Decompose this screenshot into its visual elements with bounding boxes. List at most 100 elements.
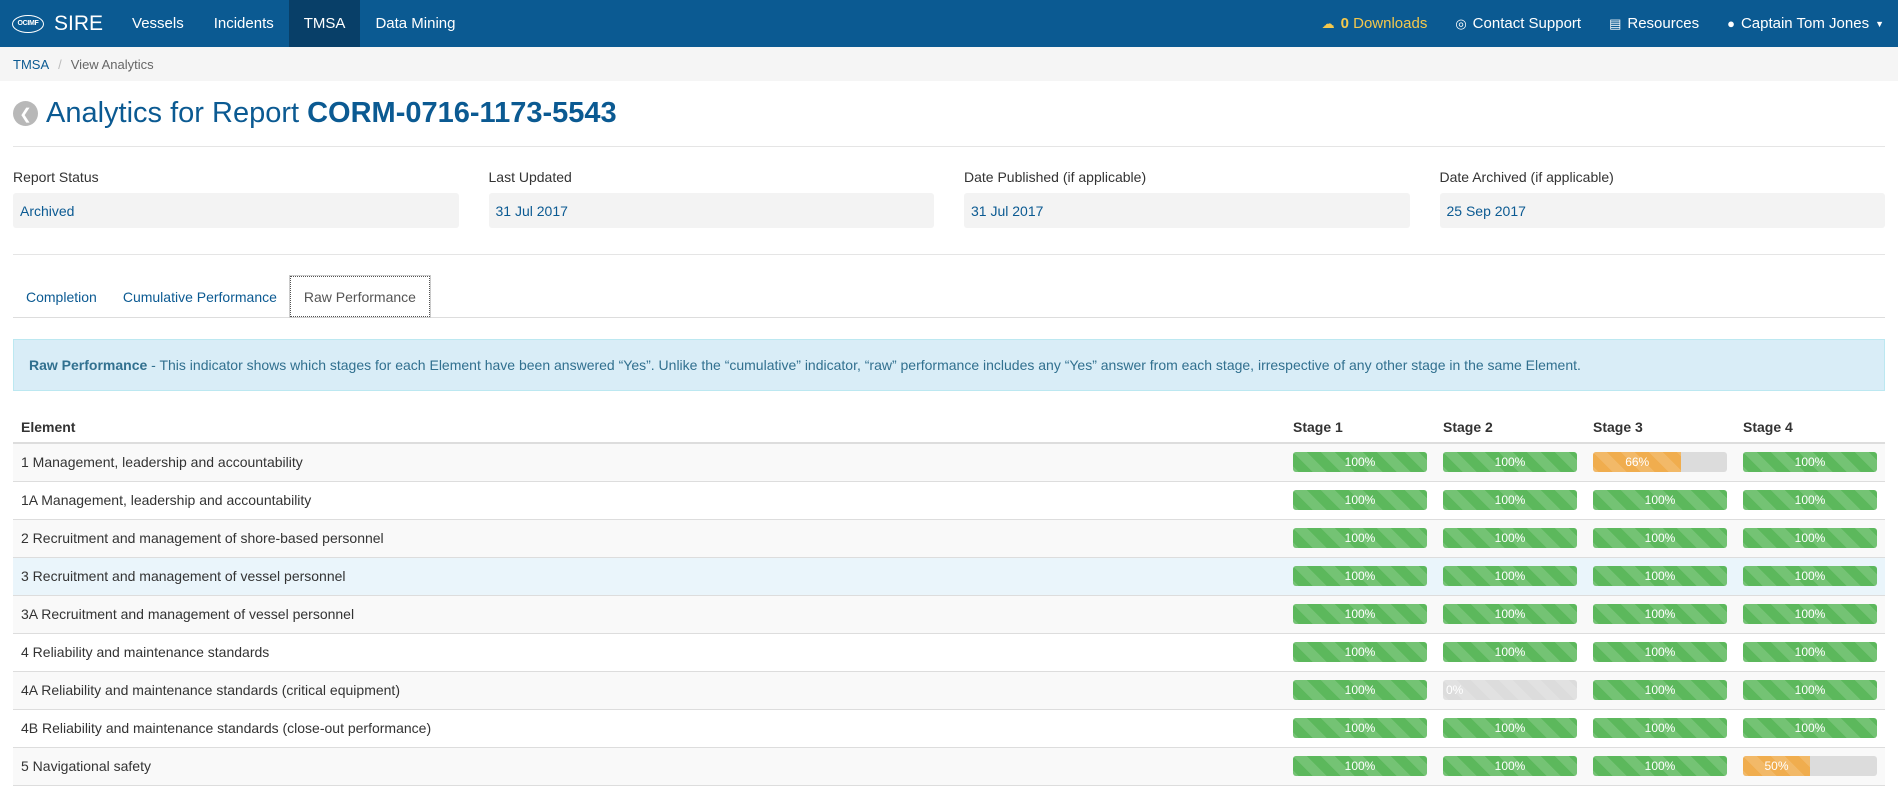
- stage-3-cell: 66%: [1585, 443, 1735, 482]
- progress-fill: 100%: [1293, 528, 1427, 548]
- progress-fill: 66%: [1593, 452, 1682, 473]
- stage-3-cell: 100%: [1585, 747, 1735, 786]
- progress-bar: 100%: [1593, 680, 1727, 700]
- breadcrumb-tmsa[interactable]: TMSA: [13, 57, 49, 72]
- stage-3-cell: 100%: [1585, 519, 1735, 558]
- progress-fill: 100%: [1593, 642, 1727, 662]
- progress-bar: 100%: [1593, 528, 1727, 548]
- progress-fill: 100%: [1443, 642, 1577, 662]
- stage-1-cell: 100%: [1285, 519, 1435, 558]
- page-title: Analytics for Report CORM-0716-1173-5543: [46, 97, 617, 130]
- contact-support-link[interactable]: ◎ Contact Support: [1441, 0, 1595, 47]
- user-menu[interactable]: ● Captain Tom Jones ▼: [1713, 0, 1898, 47]
- progress-fill: 100%: [1743, 452, 1877, 473]
- progress-fill: 100%: [1743, 642, 1877, 662]
- updated-label: Last Updated: [488, 169, 572, 185]
- progress-fill: 100%: [1293, 756, 1427, 776]
- progress-fill: 100%: [1593, 604, 1727, 624]
- element-name: 2 Recruitment and management of shore-ba…: [13, 519, 1285, 558]
- title-prefix: Analytics for Report: [46, 97, 300, 129]
- stage-1-cell: 100%: [1285, 481, 1435, 520]
- stage-4-cell: 100%: [1735, 519, 1885, 558]
- downloads-count: 0: [1340, 15, 1349, 32]
- stage-2-cell: 100%: [1435, 747, 1585, 786]
- tab-completion[interactable]: Completion: [13, 276, 110, 317]
- table-body: 1 Management, leadership and accountabil…: [13, 443, 1885, 786]
- progress-fill: 100%: [1443, 756, 1577, 776]
- page-header: ❮ Analytics for Report CORM-0716-1173-55…: [13, 81, 1885, 147]
- progress-fill: 100%: [1443, 604, 1577, 624]
- progress-fill: 100%: [1293, 452, 1427, 473]
- navbar-left: OCIMF SIRE Vessels Incidents TMSA Data M…: [0, 0, 470, 47]
- breadcrumb-separator: /: [58, 56, 62, 72]
- header-stage-4: Stage 4: [1735, 411, 1885, 444]
- meta-archived: Date Archived (if applicable) 25 Sep 201…: [1439, 169, 1885, 228]
- progress-bar: 100%: [1293, 756, 1427, 776]
- progress-bar: 100%: [1443, 604, 1577, 624]
- table-row: 3 Recruitment and management of vessel p…: [13, 557, 1885, 596]
- progress-bar: 100%: [1443, 756, 1577, 776]
- stage-4-cell: 50%: [1735, 747, 1885, 786]
- table-row: 2 Recruitment and management of shore-ba…: [13, 519, 1885, 558]
- element-name: 4 Reliability and maintenance standards: [13, 633, 1285, 672]
- progress-fill: 100%: [1593, 528, 1727, 548]
- table-row: 3A Recruitment and management of vessel …: [13, 595, 1885, 634]
- stage-2-cell: 100%: [1435, 443, 1585, 482]
- top-navbar: OCIMF SIRE Vessels Incidents TMSA Data M…: [0, 0, 1898, 47]
- stage-4-cell: 100%: [1735, 557, 1885, 596]
- nav-item-data-mining[interactable]: Data Mining: [360, 0, 470, 47]
- nav-item-incidents[interactable]: Incidents: [199, 0, 289, 47]
- tab-raw-performance[interactable]: Raw Performance: [288, 275, 431, 318]
- progress-bar: 100%: [1593, 490, 1727, 510]
- table-row: 1A Management, leadership and accountabi…: [13, 481, 1885, 520]
- info-body: - This indicator shows which stages for …: [147, 357, 1581, 373]
- status-label: Report Status: [13, 169, 99, 185]
- element-name: 3A Recruitment and management of vessel …: [13, 595, 1285, 634]
- progress-fill: 100%: [1293, 680, 1427, 700]
- progress-bar: 66%: [1593, 452, 1727, 473]
- progress-bar: 0%: [1443, 680, 1577, 700]
- stage-1-cell: 100%: [1285, 709, 1435, 748]
- progress-bar: 100%: [1593, 756, 1727, 776]
- ocimf-logo: OCIMF: [12, 14, 44, 33]
- stage-3-cell: 100%: [1585, 709, 1735, 748]
- book-icon: ▤: [1609, 15, 1622, 31]
- stage-2-cell: 0%: [1435, 671, 1585, 710]
- header-stage-1: Stage 1: [1285, 411, 1435, 444]
- progress-fill: 100%: [1443, 452, 1577, 473]
- analytics-tabs: Completion Cumulative Performance Raw Pe…: [13, 275, 1885, 318]
- stage-4-cell: 100%: [1735, 633, 1885, 672]
- report-id: CORM-0716-1173-5543: [307, 97, 617, 129]
- stage-2-cell: 100%: [1435, 519, 1585, 558]
- progress-bar: 100%: [1743, 528, 1877, 548]
- progress-bar: 100%: [1293, 642, 1427, 662]
- info-text: Raw Performance - This indicator shows w…: [29, 357, 1581, 373]
- progress-fill: 100%: [1593, 680, 1727, 700]
- published-value: 31 Jul 2017: [964, 193, 1410, 228]
- progress-fill: 100%: [1743, 680, 1877, 700]
- nav-item-tmsa[interactable]: TMSA: [288, 0, 361, 47]
- progress-bar: 100%: [1443, 566, 1577, 586]
- brand[interactable]: OCIMF SIRE: [0, 0, 117, 47]
- resources-link[interactable]: ▤ Resources: [1595, 0, 1713, 47]
- element-name: 4A Reliability and maintenance standards…: [13, 671, 1285, 710]
- element-name: 1A Management, leadership and accountabi…: [13, 481, 1285, 520]
- info-alert: Raw Performance - This indicator shows w…: [13, 339, 1885, 391]
- stage-1-cell: 100%: [1285, 557, 1435, 596]
- stage-4-cell: 100%: [1735, 481, 1885, 520]
- status-value: Archived: [13, 193, 459, 228]
- life-ring-icon: ◎: [1455, 15, 1467, 31]
- meta-updated: Last Updated 31 Jul 2017: [488, 169, 934, 228]
- table-header-row: Element Stage 1 Stage 2 Stage 3 Stage 4: [13, 411, 1885, 444]
- stage-3-cell: 100%: [1585, 481, 1735, 520]
- progress-fill: 100%: [1443, 528, 1577, 548]
- downloads-link[interactable]: ☁ 0 Downloads: [1308, 0, 1442, 47]
- stage-4-cell: 100%: [1735, 671, 1885, 710]
- back-arrow-icon[interactable]: ❮: [13, 101, 38, 126]
- nav-item-vessels[interactable]: Vessels: [117, 0, 199, 47]
- progress-bar: 100%: [1443, 528, 1577, 548]
- progress-fill: 100%: [1593, 718, 1727, 738]
- progress-fill: 100%: [1743, 604, 1877, 624]
- tab-cumulative-performance[interactable]: Cumulative Performance: [110, 276, 290, 317]
- published-label: Date Published (if applicable): [964, 169, 1147, 185]
